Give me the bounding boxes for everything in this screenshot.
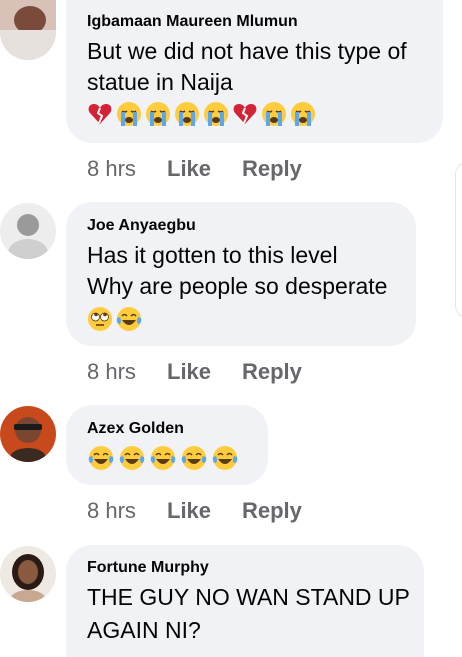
tears-of-joy-icon [119, 446, 145, 470]
comment-timestamp: 8 hrs [87, 156, 136, 181]
emoji-row [87, 101, 316, 127]
comment-text-line: THE GUY NO WAN STAND UP [87, 584, 410, 610]
comment-text-line: statue in Naija [87, 69, 233, 95]
crying-face-icon [146, 102, 170, 126]
comment-bubble: Fortune Murphy THE GUY NO WAN STAND UP A… [66, 545, 424, 657]
avatar[interactable] [0, 203, 56, 259]
avatar[interactable] [0, 546, 56, 602]
tears-of-joy-icon [116, 307, 142, 331]
comment-actions: 8 hrs Like Reply [87, 156, 302, 182]
crying-face-icon [117, 102, 141, 126]
comment-text-line: AGAIN NI? [87, 617, 201, 643]
comment-author[interactable]: Joe Anyaegbu [87, 217, 196, 235]
crying-face-icon [175, 102, 199, 126]
broken-heart-icon [88, 104, 112, 124]
emoji-row [87, 306, 142, 332]
like-button[interactable]: Like [167, 359, 242, 385]
comment-text-line: But we did not have this type of [87, 38, 407, 64]
comment-bubble: Igbamaan Maureen Mlumun But we did not h… [66, 0, 443, 143]
tears-of-joy-icon [181, 446, 207, 470]
comment-bubble: Joe Anyaegbu Has it gotten to this level… [66, 202, 416, 346]
comment-text-line: Why are people so desperate [87, 273, 388, 299]
tears-of-joy-icon [88, 446, 114, 470]
comment-actions: 8 hrs Like Reply [87, 359, 302, 385]
comment-bubble: Azex Golden [66, 405, 268, 485]
emoji-row [87, 445, 239, 471]
tears-of-joy-icon [150, 446, 176, 470]
crying-face-icon [291, 102, 315, 126]
avatar[interactable] [0, 406, 56, 462]
like-button[interactable]: Like [167, 498, 242, 524]
comment-author[interactable]: Azex Golden [87, 420, 184, 438]
comment-text-line: Has it gotten to this level [87, 242, 338, 268]
crying-face-icon [262, 102, 286, 126]
adjacent-panel-edge [455, 162, 462, 318]
broken-heart-icon [233, 104, 257, 124]
crying-face-icon [204, 102, 228, 126]
like-button[interactable]: Like [167, 156, 242, 182]
comment-author[interactable]: Fortune Murphy [87, 559, 209, 577]
reply-button[interactable]: Reply [242, 156, 302, 182]
comment-timestamp: 8 hrs [87, 498, 136, 523]
comment-timestamp: 8 hrs [87, 359, 136, 384]
reply-button[interactable]: Reply [242, 359, 302, 385]
tears-of-joy-icon [212, 446, 238, 470]
rolling-eyes-icon [88, 307, 112, 331]
avatar[interactable] [0, 0, 56, 60]
comment-author[interactable]: Igbamaan Maureen Mlumun [87, 13, 298, 31]
reply-button[interactable]: Reply [242, 498, 302, 524]
comment-actions: 8 hrs Like Reply [87, 498, 302, 524]
